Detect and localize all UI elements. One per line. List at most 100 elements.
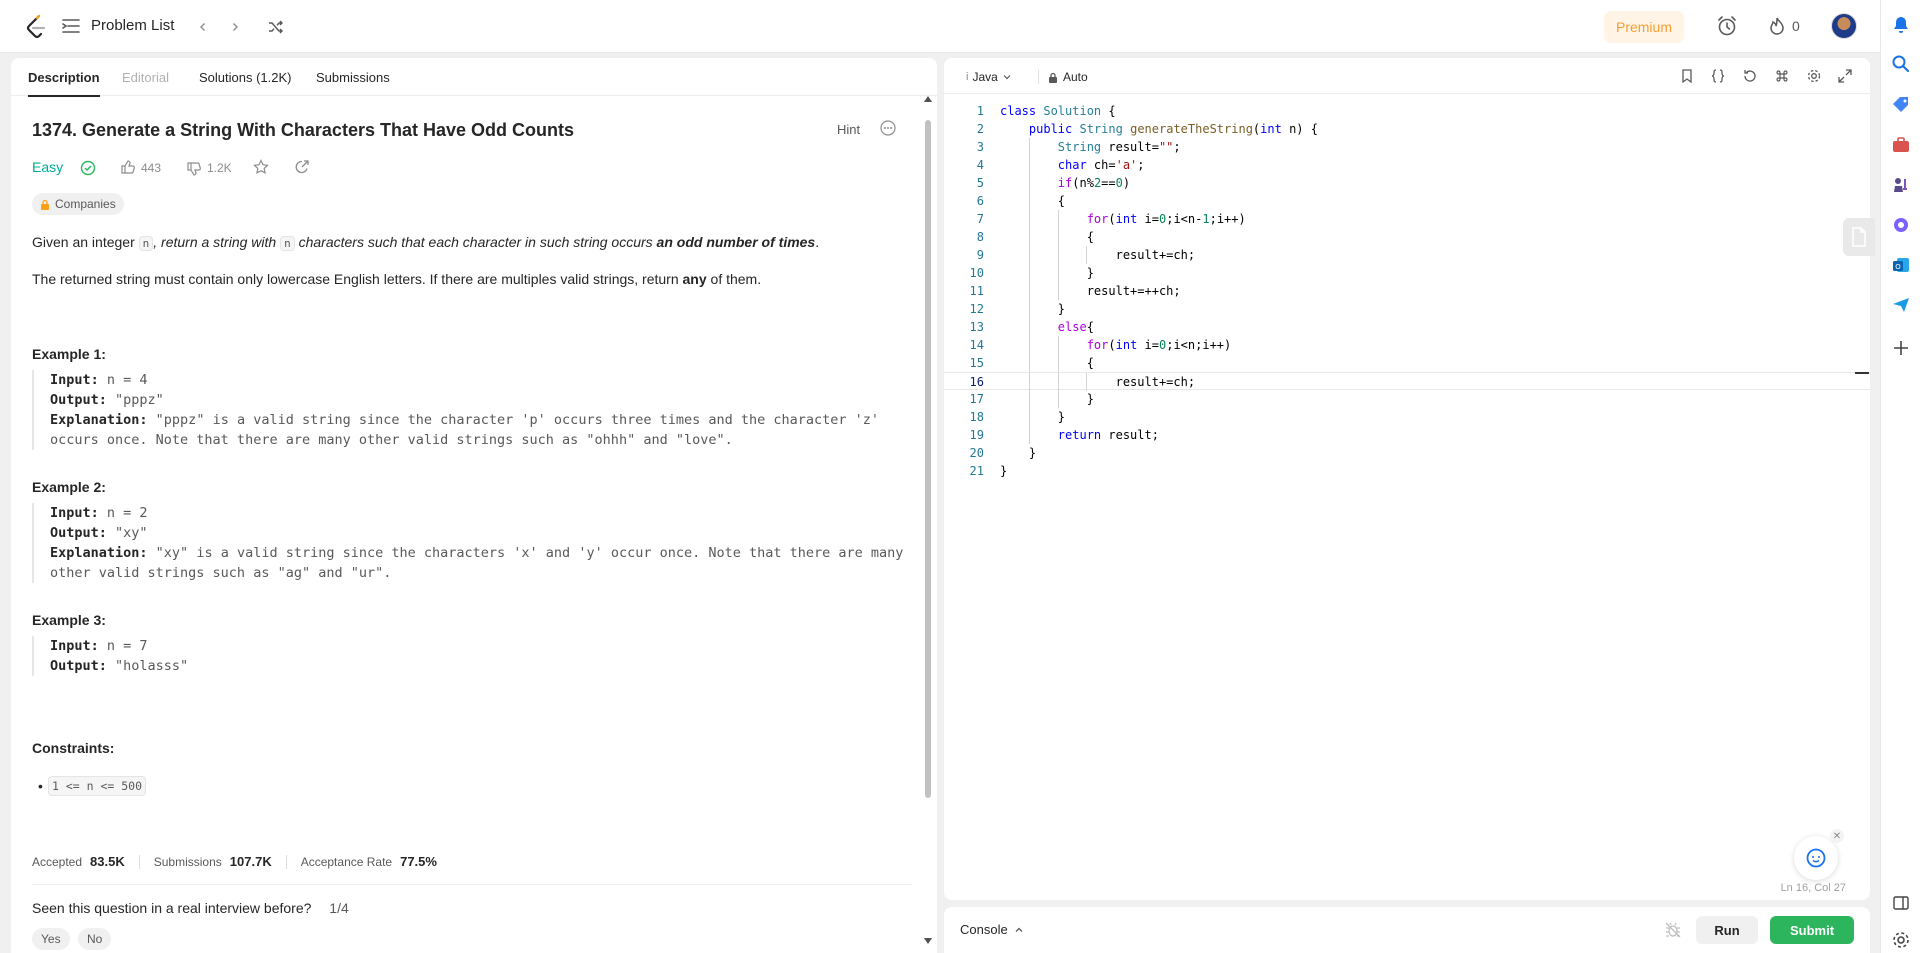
code-line[interactable]: 13 else{: [944, 318, 1870, 336]
document-icon[interactable]: [1843, 218, 1875, 256]
code-line[interactable]: 14 for(int i=0;i<n;i++): [944, 336, 1870, 354]
problem-list-icon[interactable]: [62, 18, 80, 34]
format-code-icon[interactable]: [1710, 68, 1726, 84]
star-icon[interactable]: [253, 159, 269, 175]
chess-icon[interactable]: [1891, 175, 1911, 195]
code-text[interactable]: char ch='a';: [1000, 156, 1145, 174]
code-text[interactable]: {: [1000, 228, 1094, 246]
settings-gear-icon[interactable]: [1891, 930, 1911, 950]
fullscreen-icon[interactable]: [1837, 68, 1853, 84]
tab-solutions[interactable]: Solutions (1.2K): [199, 70, 292, 85]
alarm-clock-icon[interactable]: [1716, 15, 1738, 37]
send-icon[interactable]: [1891, 295, 1911, 315]
yes-button[interactable]: Yes: [32, 928, 70, 950]
add-icon[interactable]: [1891, 338, 1911, 358]
problem-title[interactable]: 1374. Generate a String With Characters …: [32, 120, 574, 141]
code-text[interactable]: }: [1000, 264, 1094, 282]
code-line[interactable]: 21}: [944, 462, 1870, 480]
run-button[interactable]: Run: [1696, 916, 1758, 944]
close-icon[interactable]: ✕: [1830, 829, 1844, 843]
submit-button[interactable]: Submit: [1770, 916, 1854, 944]
copilot-icon[interactable]: [1891, 215, 1911, 235]
bell-icon[interactable]: [1891, 15, 1911, 35]
search-icon[interactable]: [1891, 54, 1911, 74]
companies-tag[interactable]: Companies: [32, 193, 124, 215]
code-text[interactable]: class Solution {: [1000, 102, 1116, 120]
premium-button[interactable]: Premium: [1604, 11, 1684, 43]
leetcode-logo-icon[interactable]: [24, 14, 48, 40]
debug-bug-icon[interactable]: [1664, 921, 1682, 939]
code-line[interactable]: 2 public String generateTheString(int n)…: [944, 120, 1870, 138]
thumbs-up-icon[interactable]: [120, 159, 136, 175]
code-line[interactable]: 1 class Solution {: [944, 102, 1870, 120]
code-text[interactable]: for(int i=0;i<n-1;i++): [1000, 210, 1246, 228]
indent-guide: [1028, 300, 1030, 318]
hint-button[interactable]: Hint: [837, 122, 860, 137]
auto-mode-toggle[interactable]: Auto: [1048, 70, 1088, 84]
tab-editorial[interactable]: Editorial: [122, 70, 169, 85]
code-line[interactable]: 7 for(int i=0;i<n-1;i++): [944, 210, 1870, 228]
tag-icon[interactable]: [1891, 95, 1911, 115]
tab-submissions[interactable]: Submissions: [316, 70, 390, 85]
code-text[interactable]: {: [1000, 354, 1094, 372]
code-line[interactable]: 4 char ch='a';: [944, 156, 1870, 174]
code-text[interactable]: else{: [1000, 318, 1094, 336]
code-text[interactable]: }: [1000, 462, 1007, 480]
code-text[interactable]: }: [1000, 300, 1065, 318]
code-line[interactable]: 18 }: [944, 408, 1870, 426]
problem-list-link[interactable]: Problem List: [91, 17, 174, 34]
avatar[interactable]: [1831, 13, 1857, 39]
thumbs-down-icon[interactable]: [186, 161, 202, 177]
code-text[interactable]: }: [1000, 408, 1065, 426]
scrollbar-thumb[interactable]: [925, 120, 931, 798]
code-text[interactable]: return result;: [1000, 426, 1159, 444]
code-line[interactable]: 11 result+=++ch;: [944, 282, 1870, 300]
code-line[interactable]: 3 String result="";: [944, 138, 1870, 156]
code-line[interactable]: 15 {: [944, 354, 1870, 372]
code-line[interactable]: 16 result+=ch;: [944, 372, 1870, 391]
code-text[interactable]: result+=++ch;: [1000, 282, 1181, 300]
code-line[interactable]: 10 }: [944, 264, 1870, 282]
code-text[interactable]: {: [1000, 192, 1065, 210]
code-line[interactable]: 20 }: [944, 444, 1870, 462]
line-number: 17: [969, 392, 984, 406]
code-line[interactable]: 19 return result;: [944, 426, 1870, 444]
no-button[interactable]: No: [78, 928, 112, 950]
more-options-icon[interactable]: [880, 120, 896, 136]
code-area[interactable]: 1 class Solution {2 public String generat…: [944, 102, 1870, 480]
code-line[interactable]: 9 result+=ch;: [944, 246, 1870, 264]
line-number: 5: [976, 176, 984, 190]
reset-code-icon[interactable]: [1742, 68, 1758, 84]
code-text[interactable]: if(n%2==0): [1000, 174, 1130, 192]
code-line[interactable]: 6 {: [944, 192, 1870, 210]
share-icon[interactable]: [294, 159, 310, 175]
settings-icon[interactable]: [1806, 68, 1822, 84]
code-line[interactable]: 5 if(n%2==0): [944, 174, 1870, 192]
language-select[interactable]: i Java: [966, 70, 1012, 84]
shuffle-button[interactable]: [265, 16, 287, 38]
shortcuts-icon[interactable]: [1774, 68, 1790, 84]
prev-problem-button[interactable]: [192, 16, 214, 38]
indent-guide: [1057, 373, 1059, 391]
code-text[interactable]: }: [1000, 444, 1036, 462]
code-text[interactable]: public String generateTheString(int n) {: [1000, 120, 1318, 138]
briefcase-icon[interactable]: [1891, 135, 1911, 155]
tab-description[interactable]: Description: [28, 70, 100, 97]
outlook-icon[interactable]: O: [1891, 255, 1911, 275]
line-number: 12: [969, 302, 984, 316]
indent-guide: [1028, 174, 1030, 192]
code-text[interactable]: String result="";: [1000, 138, 1181, 156]
split-view-icon[interactable]: [1891, 893, 1911, 913]
code-line[interactable]: 12 }: [944, 300, 1870, 318]
fire-icon[interactable]: [1769, 17, 1785, 35]
code-line[interactable]: 17 }: [944, 390, 1870, 408]
difficulty-badge: Easy: [32, 159, 64, 175]
divider: [138, 854, 140, 869]
code-text[interactable]: for(int i=0;i<n;i++): [1000, 336, 1232, 354]
bookmark-icon[interactable]: [1679, 68, 1695, 84]
code-line[interactable]: 8 {: [944, 228, 1870, 246]
code-text[interactable]: }: [1000, 390, 1094, 408]
next-problem-button[interactable]: [224, 16, 246, 38]
chat-button[interactable]: [1794, 836, 1838, 880]
console-toggle[interactable]: Console: [960, 922, 1024, 937]
